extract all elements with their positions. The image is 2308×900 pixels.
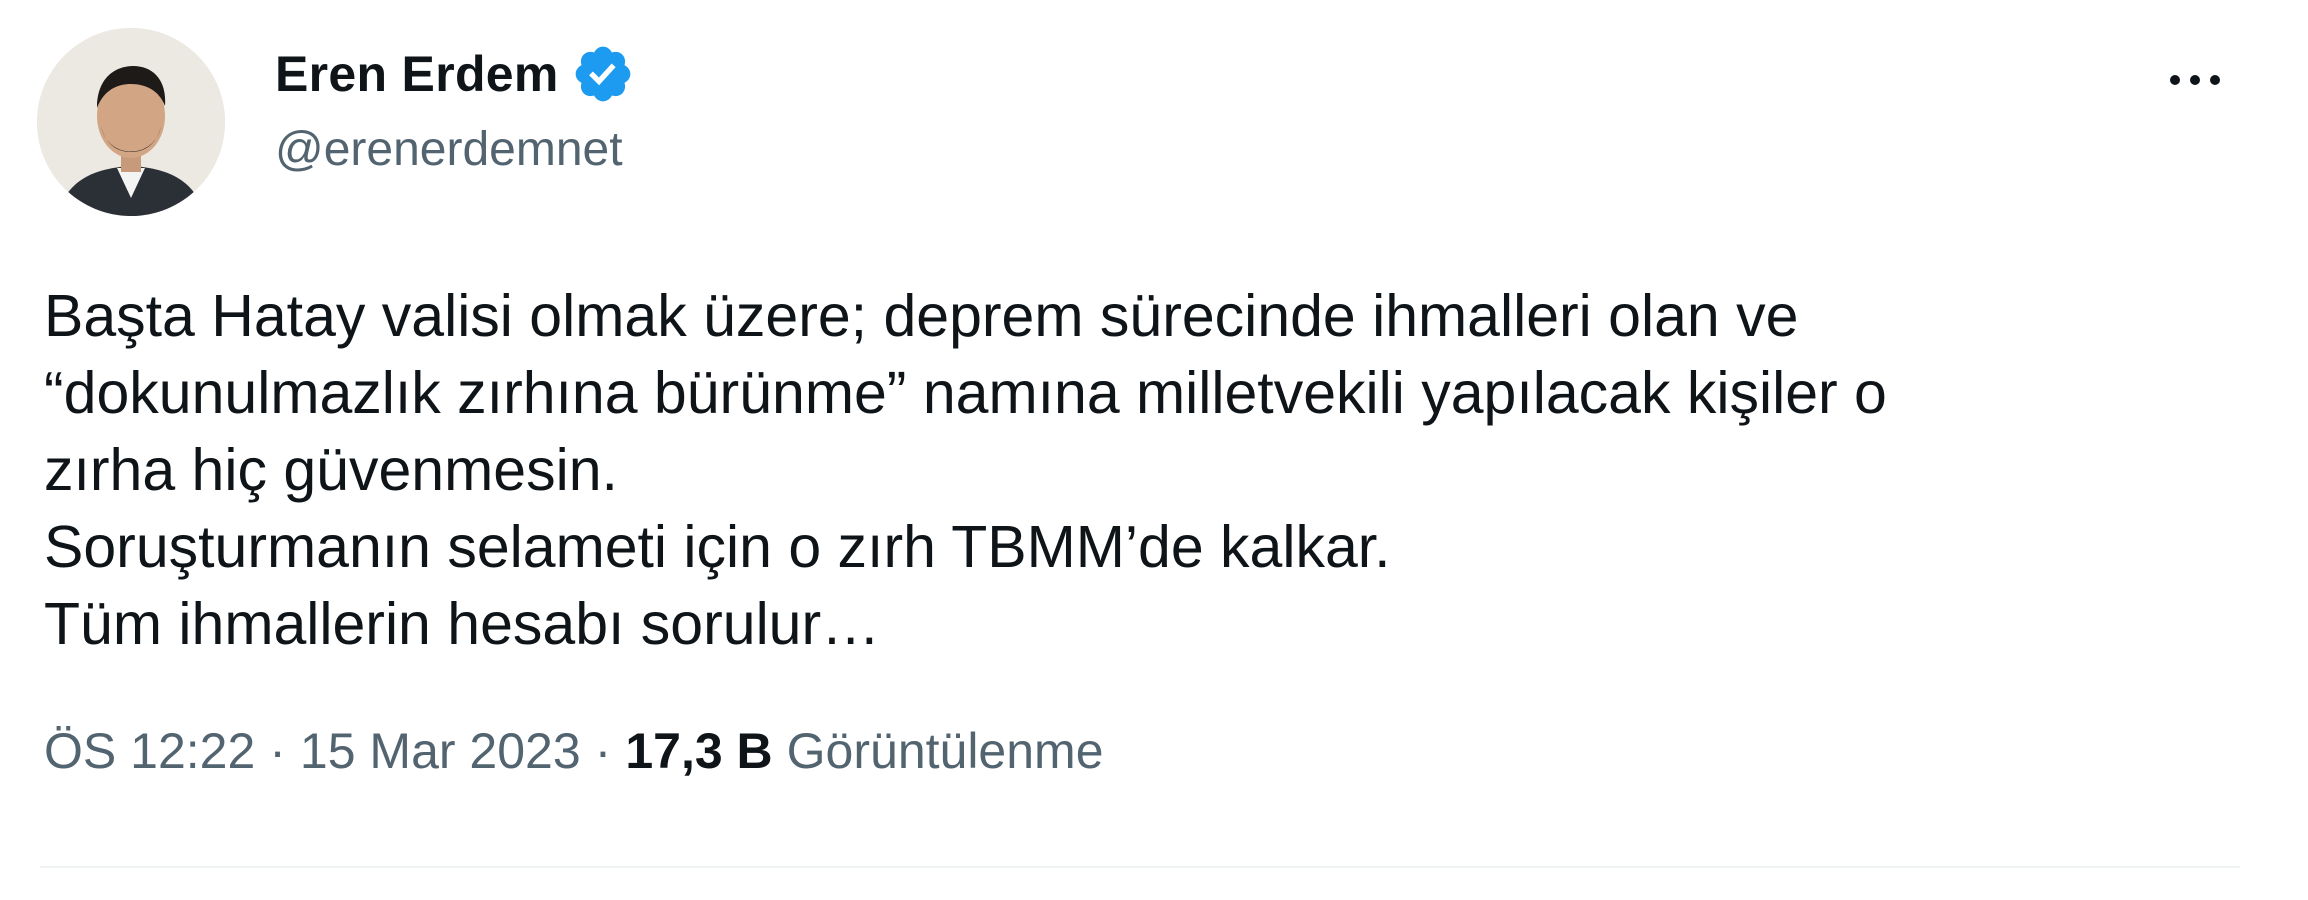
tweet-date[interactable]: 15 Mar 2023 — [300, 722, 581, 780]
name-row: Eren Erdem — [275, 38, 635, 110]
tweet-text-line: Tüm ihmallerin hesabı sorulur… — [44, 591, 881, 657]
verified-badge-icon — [571, 42, 635, 106]
tweet-text-line: Başta Hatay valisi olmak üzere; deprem s… — [44, 283, 1799, 349]
views-count: 17,3 B — [625, 723, 773, 779]
views-label: Görüntülenme — [786, 723, 1104, 779]
tweet-text-line: “dokunulmazlık zırhına bürünme” namına m… — [44, 360, 1887, 426]
meta-separator: · — [269, 723, 286, 779]
display-name[interactable]: Eren Erdem — [275, 45, 559, 103]
avatar-image — [37, 28, 225, 216]
tweet-meta: ÖS 12:22 · 15 Mar 2023 · 17,3 B Görüntül… — [44, 722, 1104, 780]
divider — [40, 866, 2240, 868]
more-horizontal-icon — [2165, 75, 2225, 85]
tweet-text-line: zırha hiç güvenmesin. — [44, 437, 618, 503]
meta-separator: · — [594, 723, 612, 779]
author-block: Eren Erdem @erenerdemnet — [275, 38, 635, 177]
tweet-card: Eren Erdem @erenerdemnet Başta Hatay val… — [0, 0, 2308, 900]
tweet-text: Başta Hatay valisi olmak üzere; deprem s… — [44, 278, 2264, 663]
author-handle[interactable]: @erenerdemnet — [275, 122, 635, 177]
avatar[interactable] — [37, 28, 225, 216]
tweet-text-line: Soruşturmanın selameti için o zırh TBMM’… — [44, 514, 1391, 580]
tweet-time[interactable]: ÖS 12:22 — [44, 722, 255, 780]
more-options-button[interactable] — [2150, 50, 2240, 110]
